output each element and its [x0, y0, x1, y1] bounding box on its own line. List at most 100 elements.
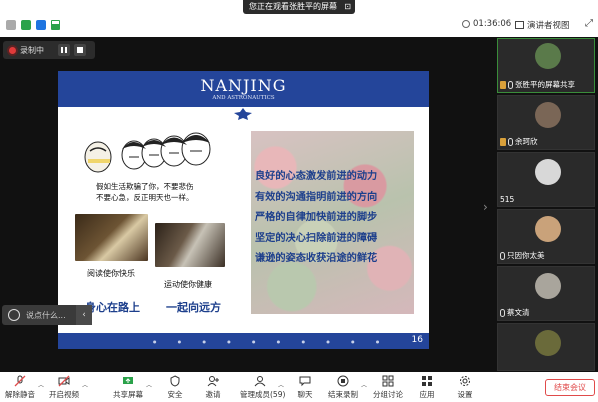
footer-decoration: ● ● ● ● ● ● ● ● ● ● — [153, 339, 390, 344]
chat-placeholder: 说点什么... — [26, 310, 66, 320]
chevron-up-icon[interactable]: ︿ — [82, 380, 88, 389]
grid-icon — [515, 21, 524, 29]
shield-icon[interactable] — [21, 20, 31, 30]
record-dot-icon — [9, 46, 16, 54]
emoji-icon[interactable] — [8, 309, 20, 321]
slide-footer: ● ● ● ● ● ● ● ● ● ● 16 — [58, 333, 429, 349]
university-subtitle: AND ASTRONAUTICS — [212, 95, 275, 101]
close-icon[interactable]: ⊡ — [344, 0, 351, 14]
share-banner-text: 您正在观看张胜平的屏幕 — [249, 2, 337, 11]
share-banner[interactable]: 您正在观看张胜平的屏幕 ⊡ — [243, 0, 355, 14]
camera-off-icon — [58, 375, 70, 387]
page-number: 16 — [411, 335, 423, 345]
participant-name: 只因你太美 — [500, 250, 545, 261]
sport-caption: 运动使你健康 — [164, 280, 212, 289]
participant-name: 蔡文清 — [500, 307, 530, 318]
unmute-button[interactable]: 解除静音 ︿ — [0, 372, 44, 400]
share-screen-icon — [123, 377, 133, 384]
breakout-icon — [382, 375, 394, 387]
participants-icon — [254, 376, 266, 387]
slogan-left: 身心在路上 — [85, 301, 140, 314]
info-icon[interactable] — [6, 20, 16, 30]
settings-button[interactable]: 设置 — [445, 372, 485, 400]
start-video-button[interactable]: 开启视频 ︿ — [44, 372, 88, 400]
chevron-up-icon[interactable]: ︿ — [361, 380, 367, 389]
meme-caption: 假如生活欺骗了你，不要悲伤 不要心急，反正明天也一样。 — [96, 181, 236, 203]
meeting-toolbar: 解除静音 ︿ 开启视频 ︿ 共享屏幕 ︿ 安全 邀请 管理成员(59) ︿ 聊天… — [0, 372, 598, 402]
stop-record-icon — [337, 375, 349, 387]
participant-tile[interactable]: 蔡文清 — [497, 266, 595, 321]
meme-caption-line1: 假如生活欺骗了你，不要悲伤 — [96, 182, 194, 191]
quote-line: 良好的心态激发前进的动力 — [255, 171, 378, 182]
participant-tile[interactable] — [497, 323, 595, 371]
chevron-left-icon[interactable]: ‹ — [76, 305, 92, 325]
apps-icon — [422, 376, 432, 386]
emblem-icon — [234, 108, 252, 120]
avatar — [535, 43, 561, 69]
stop-recording-button[interactable] — [74, 44, 86, 56]
host-icon — [500, 137, 506, 146]
quote-line: 谦逊的姿态收获沿途的鲜花 — [255, 253, 378, 264]
reading-photo — [75, 214, 148, 261]
badminton-photo — [155, 223, 225, 267]
gear-icon — [460, 376, 470, 386]
meeting-timer: 01:36:06 — [462, 19, 511, 29]
end-meeting-button[interactable]: 结束会议 — [545, 379, 595, 396]
quote-list: 良好的心态激发前进的动力 有效的沟通指明前进的方向 严格的自律加快前进的脚步 坚… — [255, 167, 415, 270]
invite-button[interactable]: 邀请 — [193, 372, 233, 400]
add-user-icon — [207, 376, 219, 387]
chevron-up-icon[interactable]: ︿ — [146, 380, 152, 389]
chat-button[interactable]: 聊天 — [285, 372, 325, 400]
top-bar: 您正在观看张胜平的屏幕 ⊡ 01:36:06 演讲者视图 ⤢ — [0, 0, 598, 37]
quote-line: 有效的沟通指明前进的方向 — [255, 191, 378, 203]
avatar — [535, 330, 561, 356]
view-switch-button[interactable]: 演讲者视图 — [512, 18, 573, 32]
participant-tile[interactable]: 余珂欣 — [497, 95, 595, 150]
recording-label: 录制中 — [20, 45, 44, 55]
chat-icon — [299, 376, 311, 387]
manage-participants-button[interactable]: 管理成员(59) ︿ — [240, 372, 285, 400]
stats-icon[interactable] — [36, 20, 46, 30]
university-title: NANJING — [200, 76, 287, 95]
mic-icon — [500, 308, 505, 317]
quote-line: 严格的自律加快前进的脚步 — [255, 212, 378, 223]
meme-caption-line2: 不要心急，反正明天也一样。 — [96, 193, 194, 202]
participant-name: 张胜平的屏幕共享 — [500, 79, 575, 90]
timer-icon — [462, 20, 470, 28]
participant-name: 515 — [500, 195, 515, 204]
participant-tile[interactable]: 515 — [497, 152, 595, 207]
breakout-rooms-button[interactable]: 分组讨论 — [368, 372, 408, 400]
chat-input[interactable]: 说点什么... ‹ — [2, 305, 92, 325]
chevron-up-icon[interactable]: ︿ — [278, 380, 284, 389]
pause-recording-button[interactable] — [58, 44, 70, 56]
status-icons — [6, 20, 60, 30]
stop-recording-button[interactable]: 结束录制 ︿ — [323, 372, 367, 400]
shield-icon — [170, 375, 180, 387]
avatar — [535, 216, 561, 242]
avatar — [535, 102, 561, 128]
participant-tile[interactable]: 只因你太美 — [497, 209, 595, 264]
participant-tile[interactable]: 张胜平的屏幕共享 — [497, 38, 595, 93]
mic-icon — [500, 251, 505, 260]
mic-muted-icon — [14, 375, 26, 387]
avatar — [535, 159, 561, 185]
view-label: 演讲者视图 — [527, 21, 570, 31]
slogan-right: 一起向远方 — [166, 301, 221, 314]
mic-icon — [508, 80, 513, 89]
reading-caption: 阅读使你快乐 — [87, 269, 135, 278]
mic-icon — [508, 137, 513, 146]
participant-name: 余珂欣 — [500, 136, 538, 147]
fullscreen-icon[interactable]: ⤢ — [585, 18, 593, 29]
recording-indicator: 录制中 — [3, 41, 95, 59]
screen-share-icon — [500, 80, 506, 89]
security-button[interactable]: 安全 — [155, 372, 195, 400]
timer-text: 01:36:06 — [473, 19, 512, 29]
apps-button[interactable]: 应用 — [407, 372, 447, 400]
quote-line: 坚定的决心扫除前进的障碍 — [255, 232, 378, 244]
meme-illustration — [84, 132, 211, 173]
share-screen-button[interactable]: 共享屏幕 ︿ — [108, 372, 152, 400]
next-page-icon[interactable]: › — [483, 200, 488, 214]
avatar — [535, 273, 561, 299]
shared-screen-slide: NANJING AND ASTRONAUTICS 假如生活欺骗了你，不要悲伤 不 — [58, 71, 429, 349]
signal-icon[interactable] — [51, 20, 60, 30]
